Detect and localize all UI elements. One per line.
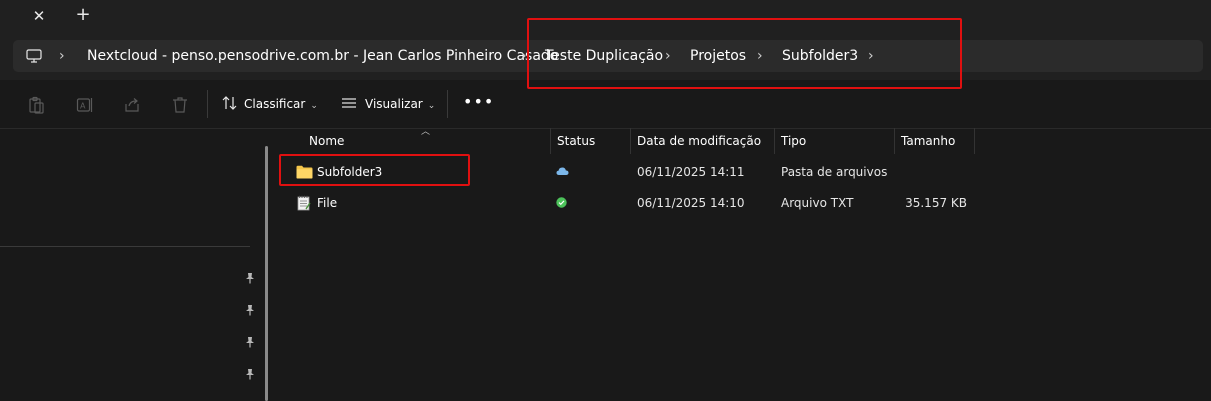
file-date: 06/11/2025 14:11 xyxy=(637,165,745,179)
svg-text:A: A xyxy=(80,102,86,111)
close-tab-button[interactable]: ✕ xyxy=(29,6,49,26)
column-separator[interactable] xyxy=(894,128,895,154)
chevron-down-icon: ⌄ xyxy=(310,101,318,111)
this-pc-icon[interactable] xyxy=(26,49,42,63)
rename-icon[interactable]: A xyxy=(76,96,94,114)
navigation-pane xyxy=(0,129,263,401)
file-type: Pasta de arquivos xyxy=(781,165,888,179)
view-list-icon xyxy=(342,98,356,108)
sort-ascending-icon: ︿ xyxy=(421,127,431,137)
view-button[interactable]: Visualizar ⌄ xyxy=(341,92,435,116)
pin-icon[interactable] xyxy=(244,336,256,348)
column-separator[interactable] xyxy=(774,128,775,154)
column-separator[interactable] xyxy=(974,128,975,154)
column-header-size[interactable]: Tamanho xyxy=(901,128,955,154)
file-name: File xyxy=(317,196,338,210)
file-date: 06/11/2025 14:10 xyxy=(637,196,745,210)
new-tab-button[interactable]: + xyxy=(73,5,93,25)
column-header-row: ︿ Nome Status Data de modificação Tipo T… xyxy=(279,127,1211,154)
sort-button-label: Classificar xyxy=(244,97,306,111)
view-button-label: Visualizar xyxy=(365,97,423,111)
breadcrumb-separator[interactable]: › xyxy=(521,40,527,72)
check-icon xyxy=(556,197,567,208)
column-header-date[interactable]: Data de modificação xyxy=(637,128,761,154)
file-type: Arquivo TXT xyxy=(781,196,854,210)
pin-icon[interactable] xyxy=(244,304,256,316)
navpane-scrollbar[interactable] xyxy=(265,146,268,401)
more-options-button[interactable]: ••• xyxy=(463,92,494,111)
paste-icon[interactable] xyxy=(27,96,45,114)
file-size: 35.157 KB xyxy=(905,196,967,210)
column-separator[interactable] xyxy=(630,128,631,154)
breadcrumb-separator[interactable]: › xyxy=(59,40,65,72)
column-header-type[interactable]: Tipo xyxy=(781,128,806,154)
column-header-name[interactable]: Nome xyxy=(309,128,344,154)
file-row-file[interactable]: File 06/11/2025 14:10 Arquivo TXT 35.157… xyxy=(279,188,1211,219)
sort-icon xyxy=(222,96,237,110)
column-header-status[interactable]: Status xyxy=(557,128,595,154)
share-icon[interactable] xyxy=(123,96,141,114)
chevron-down-icon: ⌄ xyxy=(427,101,436,111)
text-file-icon xyxy=(297,195,311,211)
navpane-divider xyxy=(0,246,250,247)
pin-icon[interactable] xyxy=(244,368,256,380)
pin-icon[interactable] xyxy=(244,272,256,284)
file-size xyxy=(897,157,967,188)
cloud-icon xyxy=(556,167,569,175)
column-separator[interactable] xyxy=(550,128,551,154)
toolbar-divider xyxy=(447,90,448,118)
toolbar-divider xyxy=(207,90,208,118)
breadcrumb-item-nextcloud[interactable]: Nextcloud - penso.pensodrive.com.br - Je… xyxy=(87,40,558,72)
sort-button[interactable]: Classificar ⌄ xyxy=(222,92,318,116)
annotation-box-breadcrumb xyxy=(527,18,962,89)
delete-icon[interactable] xyxy=(171,96,189,114)
annotation-box-subfolder3 xyxy=(279,154,470,186)
